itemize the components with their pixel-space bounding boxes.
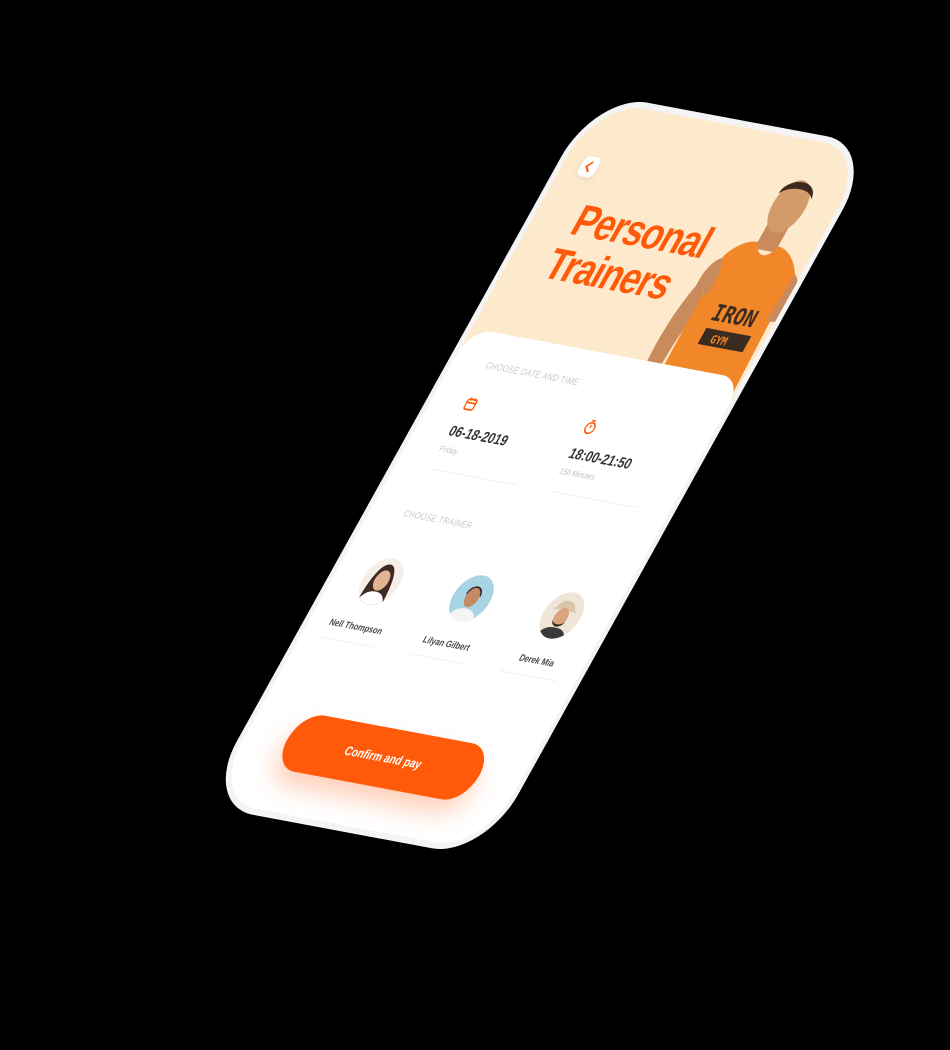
- date-divider: [428, 468, 518, 486]
- avatar: [440, 572, 503, 625]
- date-label: Friday: [437, 444, 461, 457]
- date-time-section-label: CHOOSE DATE AND TIME: [483, 360, 582, 388]
- stopwatch-icon: [583, 419, 597, 435]
- date-value: 06-18-2019: [445, 422, 512, 449]
- trainer-name: Derek Mia: [517, 652, 557, 669]
- trainer-divider: [409, 653, 467, 665]
- trainer-divider: [319, 636, 376, 648]
- calendar-icon: [463, 397, 478, 411]
- trainer-section-label: CHOOSE TRAINER: [401, 508, 475, 531]
- back-button[interactable]: [575, 155, 603, 179]
- time-picker[interactable]: 18:00-21:50 150 Minutes: [548, 419, 701, 508]
- stage: IRON GYM Personal Trainers CHOOSE DATE A…: [0, 0, 950, 1050]
- phone-mockup: IRON GYM Personal Trainers CHOOSE DATE A…: [209, 100, 870, 851]
- date-picker[interactable]: 06-18-2019 Friday: [428, 396, 581, 486]
- avatar: [530, 589, 594, 642]
- time-divider: [548, 490, 638, 508]
- time-label: 150 Minutes: [557, 466, 598, 483]
- trainer-name: Lilyan Gilbert: [420, 634, 473, 653]
- back-chevron-icon: [585, 161, 595, 173]
- trainer-name: Nell Thompson: [327, 616, 385, 637]
- time-value: 18:00-21:50: [565, 444, 636, 472]
- trainer-divider: [500, 670, 557, 682]
- avatar: [349, 555, 413, 609]
